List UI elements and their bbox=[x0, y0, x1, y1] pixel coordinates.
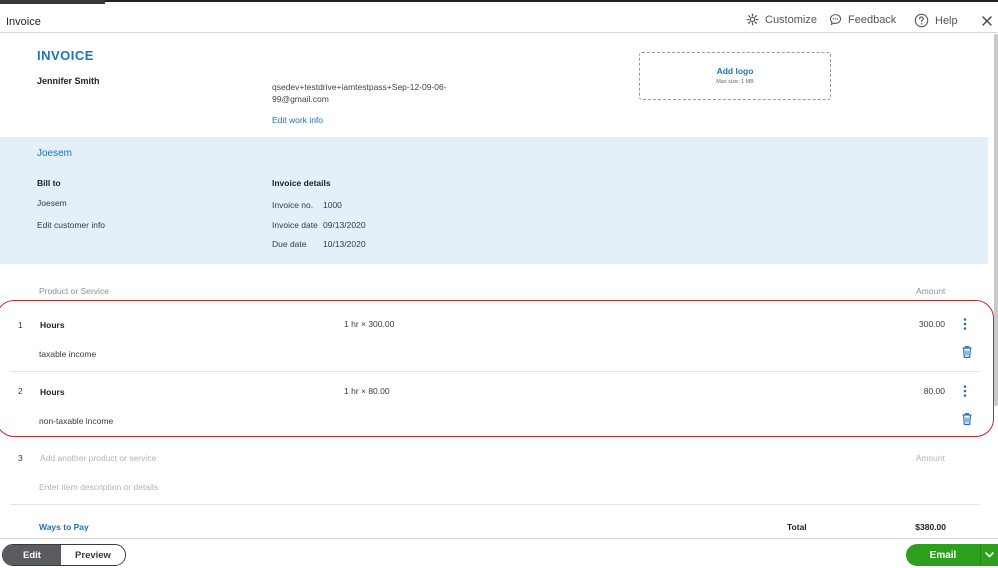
edit-preview-toggle: Edit Preview bbox=[2, 544, 126, 566]
feedback-button[interactable]: Feedback bbox=[829, 13, 896, 26]
column-header-amount: Amount bbox=[916, 286, 946, 296]
edit-tab[interactable]: Edit bbox=[3, 545, 61, 565]
customize-label: Customize bbox=[765, 13, 817, 26]
help-button[interactable]: Help bbox=[914, 13, 958, 28]
email-line-2: 99@gmail.com bbox=[272, 94, 329, 104]
invoice-date-value[interactable]: 09/13/2020 bbox=[323, 220, 366, 230]
line-number: 1 bbox=[18, 320, 23, 330]
customize-button[interactable]: Customize bbox=[746, 13, 817, 26]
gear-icon bbox=[746, 13, 759, 26]
total-value: $380.00 bbox=[915, 522, 946, 532]
line-amount[interactable]: 80.00 bbox=[885, 386, 945, 396]
highlight-annotation bbox=[0, 300, 994, 437]
ways-to-pay-link[interactable]: Ways to Pay bbox=[39, 522, 89, 532]
email-dropdown-button[interactable] bbox=[980, 544, 998, 566]
row-divider bbox=[10, 504, 980, 505]
bill-to-label: Bill to bbox=[37, 178, 61, 188]
bill-to-name: Joesem bbox=[37, 198, 67, 208]
add-product-input[interactable]: Add another product or service bbox=[40, 453, 156, 463]
invoice-heading: INVOICE bbox=[37, 48, 94, 63]
company-name: Jennifer Smith bbox=[37, 76, 100, 86]
title-bar: Invoice Customize Feedback Help bbox=[0, 3, 998, 33]
line-description[interactable]: taxable income bbox=[39, 349, 96, 359]
trash-icon[interactable] bbox=[961, 345, 973, 359]
company-email: qsedev+testdrive+iamtestpass+Sep-12-09-0… bbox=[272, 81, 472, 105]
line-description[interactable]: non-taxable income bbox=[39, 416, 113, 426]
email-button[interactable]: Email bbox=[906, 544, 980, 566]
edit-customer-info-link[interactable]: Edit customer info bbox=[37, 220, 105, 230]
due-date-label: Due date bbox=[272, 239, 307, 249]
help-icon bbox=[914, 13, 929, 28]
total-label: Total bbox=[787, 522, 807, 532]
window-title: Invoice bbox=[6, 16, 41, 28]
more-options-icon[interactable] bbox=[960, 317, 970, 331]
add-logo-area[interactable]: Add logo Max size: 1 MB bbox=[639, 52, 831, 100]
new-description-input[interactable]: Enter item description or details bbox=[39, 482, 158, 492]
invoice-details-label: Invoice details bbox=[272, 178, 331, 188]
feedback-icon bbox=[829, 14, 842, 26]
line-product-name[interactable]: Hours bbox=[40, 387, 65, 397]
due-date-value[interactable]: 10/13/2020 bbox=[323, 239, 366, 249]
more-options-icon[interactable] bbox=[960, 384, 970, 398]
email-line-1: qsedev+testdrive+iamtestpass+Sep-12-09-0… bbox=[272, 82, 447, 92]
customer-section bbox=[0, 137, 988, 264]
edit-work-info-link[interactable]: Edit work info bbox=[272, 115, 323, 125]
row-divider bbox=[10, 371, 980, 372]
bottom-toolbar: Edit Preview Email bbox=[0, 538, 998, 568]
line-product-name[interactable]: Hours bbox=[40, 320, 65, 330]
column-header-product: Product or Service bbox=[39, 286, 109, 296]
trash-icon[interactable] bbox=[961, 412, 973, 426]
logo-max-size: Max size: 1 MB bbox=[716, 79, 754, 85]
new-line-number: 3 bbox=[18, 453, 23, 463]
scrollbar-thumb[interactable] bbox=[994, 34, 998, 406]
invoice-no-label: Invoice no. bbox=[272, 200, 314, 210]
line-qty-rate[interactable]: 1 hr × 80.00 bbox=[344, 386, 390, 396]
help-label: Help bbox=[935, 14, 958, 27]
customer-name[interactable]: Joesem bbox=[37, 148, 72, 159]
close-icon[interactable] bbox=[980, 14, 994, 28]
chevron-down-icon bbox=[985, 552, 994, 558]
add-logo-label: Add logo bbox=[716, 66, 754, 76]
line-qty-rate[interactable]: 1 hr × 300.00 bbox=[344, 319, 394, 329]
new-amount-input[interactable]: Amount bbox=[885, 453, 945, 463]
invoice-no-value[interactable]: 1000 bbox=[323, 200, 342, 210]
invoice-date-label: Invoice date bbox=[272, 220, 318, 230]
feedback-label: Feedback bbox=[848, 13, 897, 26]
email-split-button: Email bbox=[906, 544, 998, 566]
preview-tab[interactable]: Preview bbox=[61, 545, 125, 565]
line-amount[interactable]: 300.00 bbox=[885, 319, 945, 329]
line-number: 2 bbox=[18, 386, 23, 396]
